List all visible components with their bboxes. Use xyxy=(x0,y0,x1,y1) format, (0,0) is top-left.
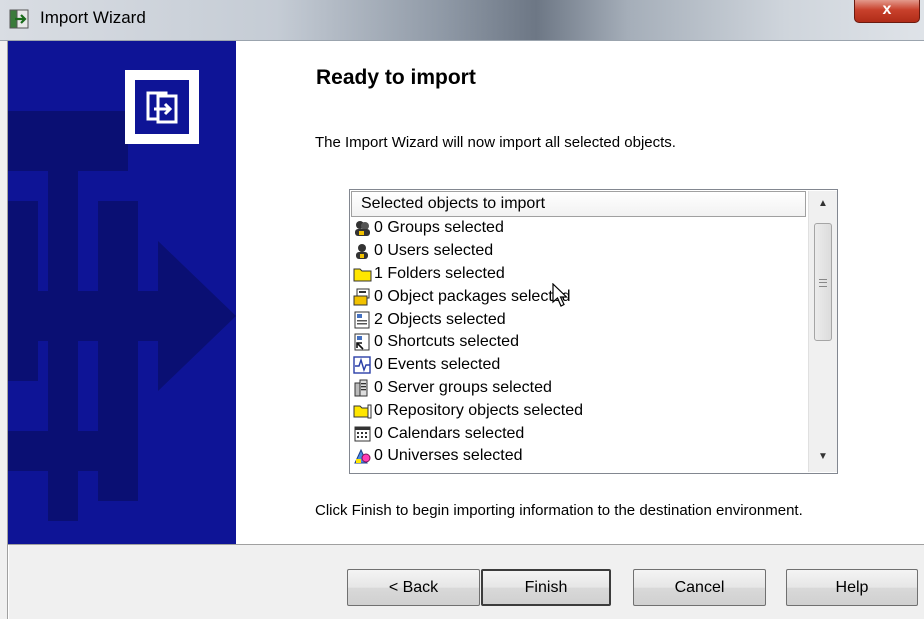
title-bar: Import Wizard x xyxy=(0,0,924,41)
import-logo-icon xyxy=(146,91,178,124)
object-packages-icon xyxy=(353,288,370,306)
list-scrollbar[interactable]: ▲ ▼ xyxy=(808,191,837,472)
cancel-button[interactable]: Cancel xyxy=(633,569,766,606)
list-item[interactable]: 0 Events selected xyxy=(353,354,808,377)
calendar-icon xyxy=(354,426,371,442)
events-icon xyxy=(353,356,371,374)
import-wizard-app-icon xyxy=(9,9,29,29)
finish-button[interactable]: Finish xyxy=(481,569,611,606)
window-left-border xyxy=(0,41,8,619)
banner-watermark xyxy=(8,111,236,521)
list-item[interactable]: 0 Universes selected xyxy=(353,445,808,468)
mouse-cursor-icon xyxy=(552,283,568,307)
page-title: Ready to import xyxy=(316,66,476,89)
shortcuts-icon xyxy=(354,333,370,351)
close-button[interactable]: x xyxy=(854,0,920,23)
list-item[interactable]: 0 Server groups selected xyxy=(353,377,808,400)
list-item[interactable]: 1 Folders selected xyxy=(353,263,808,286)
wizard-banner xyxy=(8,41,236,544)
list-item[interactable]: 0 Object packages selected xyxy=(353,285,808,308)
list-item[interactable]: 0 Groups selected xyxy=(353,217,808,240)
back-button[interactable]: < Back xyxy=(347,569,480,606)
selected-objects-list[interactable]: Selected objects to import 0 Groups sele… xyxy=(349,189,838,474)
list-item[interactable]: 0 Repository objects selected xyxy=(353,399,808,422)
folder-icon xyxy=(353,268,372,282)
scroll-down-arrow-icon[interactable]: ▼ xyxy=(809,444,837,470)
universe-icon xyxy=(354,449,371,464)
scroll-thumb[interactable] xyxy=(814,223,832,341)
intro-text: The Import Wizard will now import all se… xyxy=(315,134,676,151)
wizard-logo xyxy=(125,70,199,144)
finish-instructions: Click Finish to begin importing informat… xyxy=(315,502,803,519)
help-button[interactable]: Help xyxy=(786,569,918,606)
server-groups-icon xyxy=(354,379,368,397)
objects-icon xyxy=(354,311,370,329)
list-item[interactable]: 0 Users selected xyxy=(353,240,808,263)
users-icon xyxy=(356,244,368,260)
list-item[interactable]: 0 Shortcuts selected xyxy=(353,331,808,354)
list-item[interactable]: 0 Calendars selected xyxy=(353,422,808,445)
scroll-up-arrow-icon[interactable]: ▲ xyxy=(809,191,837,217)
repository-icon xyxy=(353,404,372,419)
list-item[interactable]: 2 Objects selected xyxy=(353,308,808,331)
list-column-header[interactable]: Selected objects to import xyxy=(351,191,806,217)
window-title: Import Wizard xyxy=(40,8,146,27)
groups-icon xyxy=(355,221,370,237)
